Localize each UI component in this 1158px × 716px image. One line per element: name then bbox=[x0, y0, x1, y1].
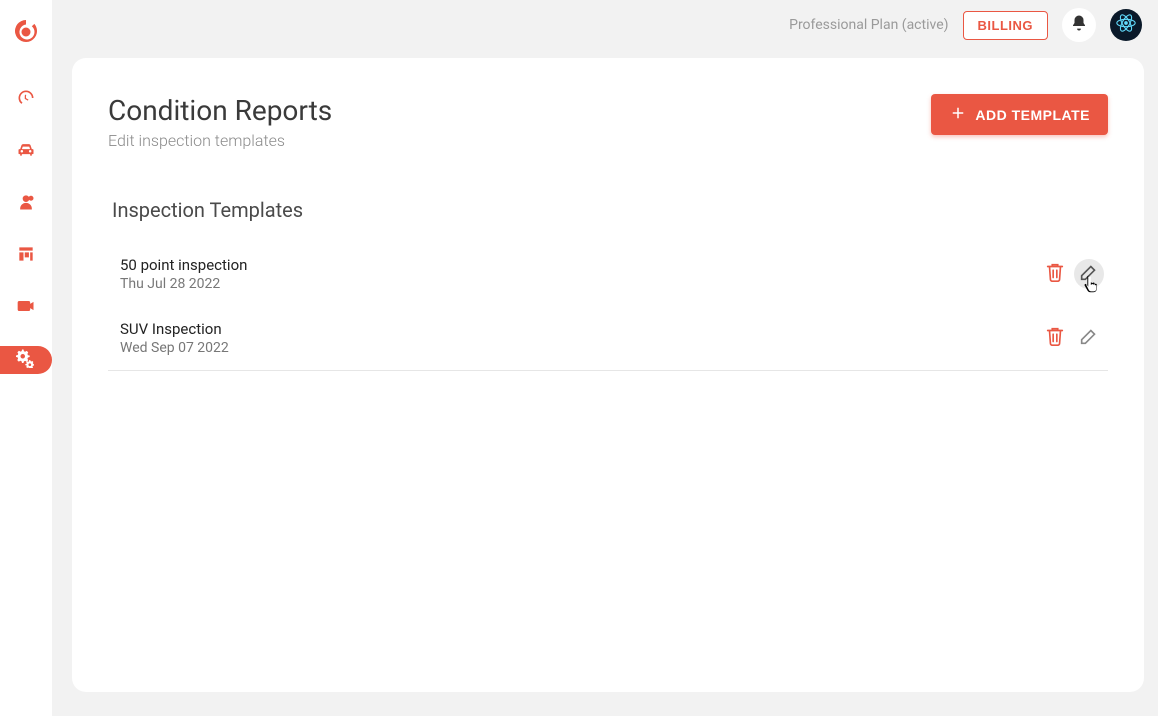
plan-status-text: Professional Plan (active) bbox=[789, 17, 948, 33]
avatar[interactable] bbox=[1110, 9, 1142, 41]
edit-icon bbox=[1078, 261, 1100, 287]
edit-template-button[interactable] bbox=[1074, 323, 1104, 353]
sidebar-item-board[interactable] bbox=[0, 242, 52, 270]
delete-template-button[interactable] bbox=[1040, 323, 1070, 353]
template-row: SUV Inspection Wed Sep 07 2022 bbox=[108, 306, 1108, 370]
add-template-button[interactable]: ADD TEMPLATE bbox=[931, 94, 1108, 135]
gears-icon bbox=[16, 348, 36, 372]
titles: Condition Reports Edit inspection templa… bbox=[108, 94, 332, 150]
template-info: 50 point inspection Thu Jul 28 2022 bbox=[120, 256, 247, 292]
page-subtitle: Edit inspection templates bbox=[108, 131, 332, 150]
kanban-icon bbox=[16, 244, 36, 268]
sidebar-item-vehicles[interactable] bbox=[0, 138, 52, 166]
atom-icon bbox=[1115, 12, 1137, 38]
sidebar-item-video[interactable] bbox=[0, 294, 52, 322]
app-logo-icon bbox=[12, 18, 40, 46]
billing-button[interactable]: BILLING bbox=[963, 11, 1049, 40]
car-icon bbox=[16, 140, 36, 164]
template-date: Wed Sep 07 2022 bbox=[120, 340, 229, 356]
video-icon bbox=[16, 296, 36, 320]
template-list: 50 point inspection Thu Jul 28 2022 bbox=[108, 242, 1108, 371]
template-info: SUV Inspection Wed Sep 07 2022 bbox=[120, 320, 229, 356]
card-header: Condition Reports Edit inspection templa… bbox=[108, 94, 1108, 150]
trash-icon bbox=[1044, 261, 1066, 287]
sidebar bbox=[0, 0, 52, 716]
topbar: Professional Plan (active) BILLING bbox=[52, 0, 1158, 50]
delete-template-button[interactable] bbox=[1040, 259, 1070, 289]
notifications-button[interactable] bbox=[1062, 8, 1096, 42]
template-row: 50 point inspection Thu Jul 28 2022 bbox=[108, 242, 1108, 306]
sidebar-item-dashboard[interactable] bbox=[0, 86, 52, 114]
edit-template-button[interactable] bbox=[1074, 259, 1104, 289]
nav-items bbox=[0, 86, 52, 374]
template-date: Thu Jul 28 2022 bbox=[120, 276, 247, 292]
row-actions bbox=[1040, 323, 1104, 353]
bell-icon bbox=[1070, 14, 1088, 36]
main-card: Condition Reports Edit inspection templa… bbox=[72, 58, 1144, 692]
page-title: Condition Reports bbox=[108, 94, 332, 127]
sidebar-item-users[interactable] bbox=[0, 190, 52, 218]
add-template-label: ADD TEMPLATE bbox=[975, 107, 1090, 123]
trash-icon bbox=[1044, 325, 1066, 351]
edit-icon bbox=[1078, 325, 1100, 351]
row-actions bbox=[1040, 259, 1104, 289]
people-icon bbox=[16, 192, 36, 216]
sidebar-item-settings[interactable] bbox=[0, 346, 52, 374]
gauge-icon bbox=[16, 88, 36, 112]
template-name: SUV Inspection bbox=[120, 320, 229, 338]
plus-icon bbox=[949, 104, 967, 125]
template-name: 50 point inspection bbox=[120, 256, 247, 274]
section-title: Inspection Templates bbox=[112, 198, 1108, 222]
